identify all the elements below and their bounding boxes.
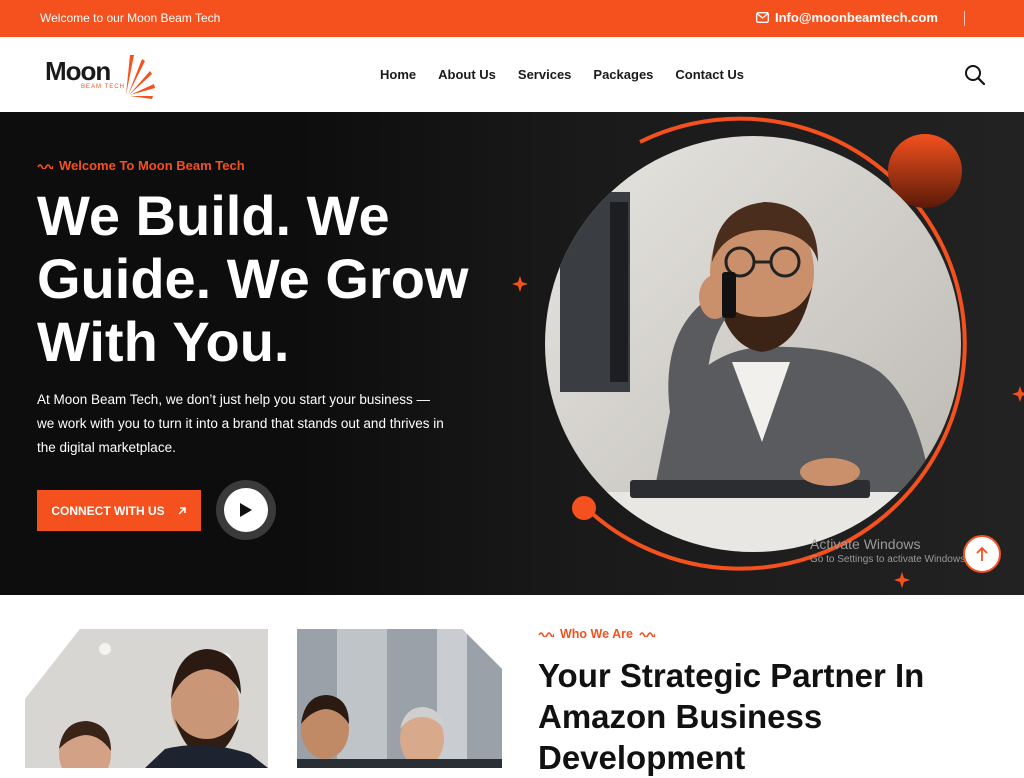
mail-icon — [756, 12, 769, 23]
logo-burst-icon — [126, 55, 155, 99]
who-we-are-text: Who We Are — [560, 627, 633, 641]
sparkle-icon — [1012, 386, 1024, 402]
play-inner — [224, 488, 268, 532]
hero-title: We Build. We Guide. We Grow With You. — [37, 184, 469, 373]
play-icon — [240, 503, 252, 517]
arrow-up-icon — [976, 546, 988, 561]
topbar-divider — [964, 11, 965, 26]
logo-sub: BEAM TECH — [81, 84, 125, 90]
nav-contact-us[interactable]: Contact Us — [675, 67, 744, 82]
search-icon[interactable] — [964, 64, 986, 86]
who-we-are-tag: Who We Are — [538, 627, 655, 641]
nav-services[interactable]: Services — [518, 67, 572, 82]
connect-button-label: CONNECT WITH US — [51, 503, 165, 518]
connect-button[interactable]: CONNECT WITH US — [37, 490, 201, 531]
about-section: Who We Are Your Strategic Partner In Ama… — [0, 595, 1024, 776]
team-photo-1 — [25, 629, 268, 768]
nav-about-us[interactable]: About Us — [438, 67, 496, 82]
email-text: Info@moonbeamtech.com — [775, 10, 938, 25]
logo-word: Moon — [45, 56, 111, 86]
about-title: Your Strategic Partner In Amazon Busines… — [538, 657, 925, 776]
site-header: Moon BEAM TECH Home About Us Services Pa… — [0, 37, 1024, 112]
hero-tag: Welcome To Moon Beam Tech — [37, 158, 245, 173]
nav-packages[interactable]: Packages — [593, 67, 653, 82]
activate-line1: Activate Windows — [810, 536, 921, 552]
email-link[interactable]: Info@moonbeamtech.com — [756, 10, 938, 25]
nav-home[interactable]: Home — [380, 67, 416, 82]
activate-line2: Go to Settings to activate Windows. — [810, 554, 968, 565]
hero-description: At Moon Beam Tech, we don’t just help yo… — [37, 392, 444, 455]
hero-section: Welcome To Moon Beam Tech We Build. We G… — [0, 112, 1024, 595]
scroll-to-top-button[interactable] — [963, 535, 1001, 573]
sparkle-icon — [894, 572, 910, 588]
hero-tag-text: Welcome To Moon Beam Tech — [59, 158, 245, 173]
logo[interactable]: Moon BEAM TECH — [45, 51, 160, 101]
top-bar: Welcome to our Moon Beam Tech Info@moonb… — [0, 0, 1024, 37]
arrow-up-right-icon — [178, 506, 186, 515]
hero-portrait-art — [512, 116, 1024, 588]
squiggle-icon — [37, 163, 53, 169]
welcome-text: Welcome to our Moon Beam Tech — [40, 11, 221, 25]
team-photo-2 — [297, 629, 502, 768]
activate-windows-overlay: Activate Windows Go to Settings to activ… — [810, 536, 968, 565]
squiggle-icon — [639, 632, 655, 637]
squiggle-icon — [538, 632, 554, 637]
main-nav: Home About Us Services Packages Contact … — [380, 67, 744, 82]
play-video-button[interactable] — [216, 480, 276, 540]
sparkle-icon — [512, 276, 528, 292]
